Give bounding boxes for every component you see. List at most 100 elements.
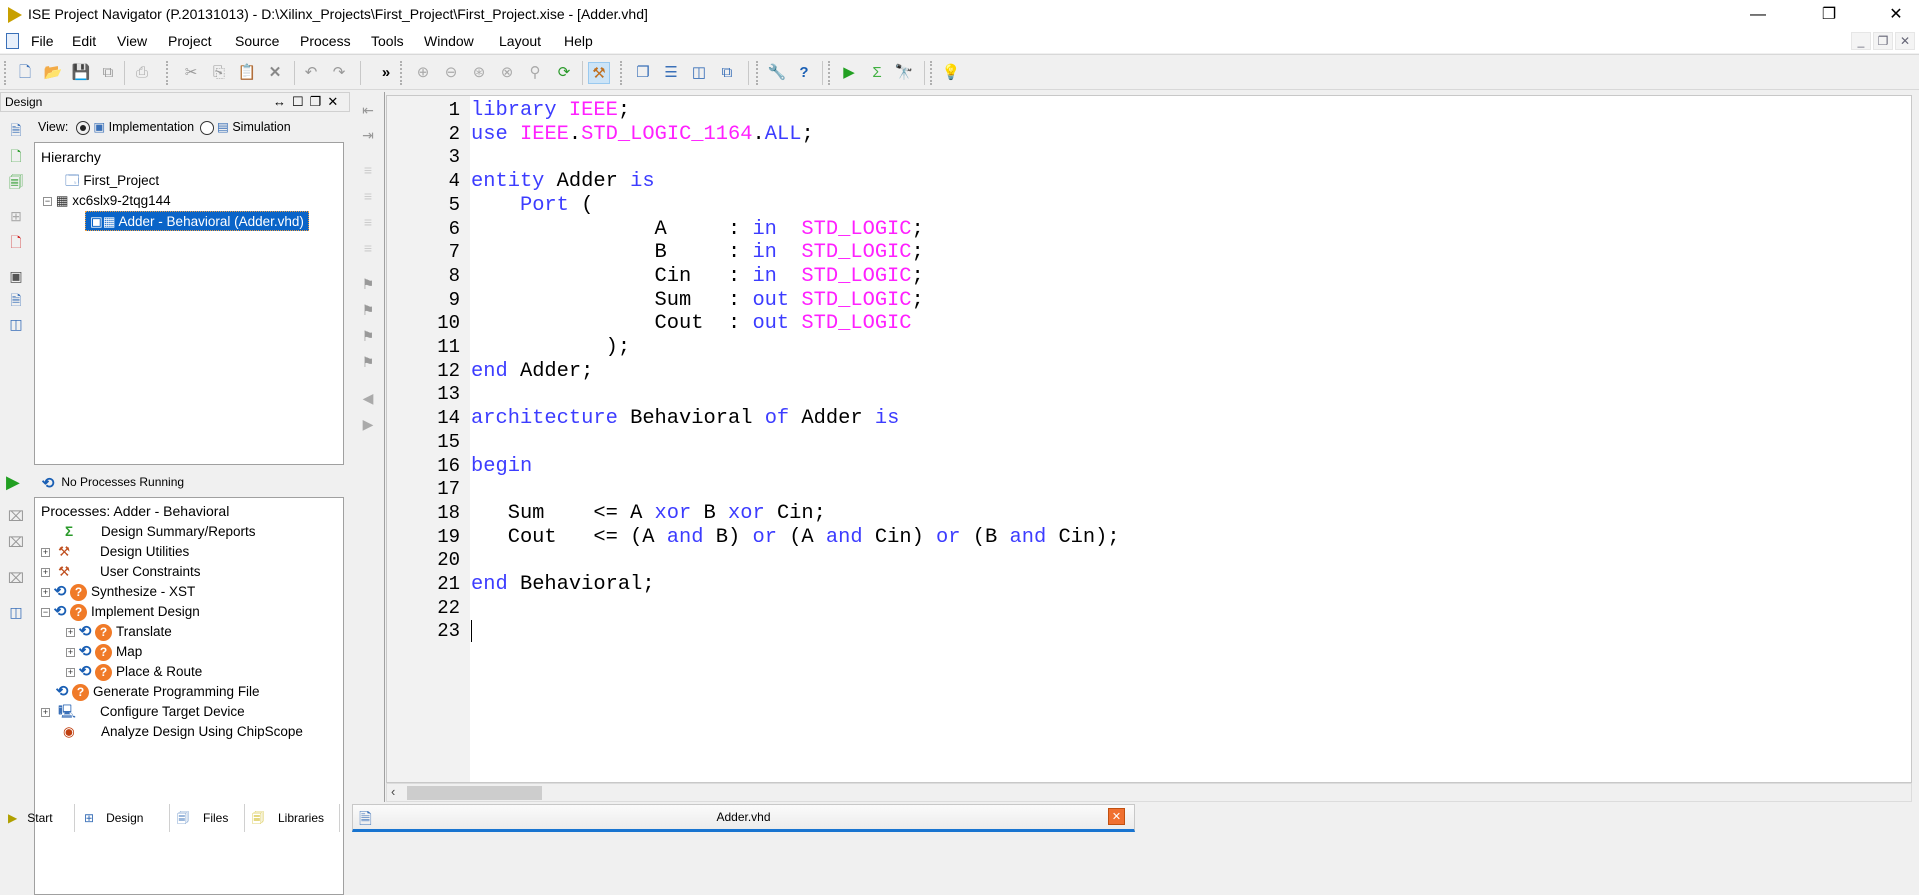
- expand-icon[interactable]: +: [41, 567, 50, 577]
- print-icon[interactable]: ⎙: [131, 62, 153, 84]
- tab-start[interactable]: ▶ Start: [0, 804, 75, 832]
- code-editor[interactable]: 1 2 3 4 5 6 7 8 9 10 11 12 13 14 15 16 17 18 19 20 21 22 23 li…: [386, 95, 1912, 783]
- rerun-all-icon[interactable]: ⌧: [6, 532, 26, 552]
- properties-icon[interactable]: ▣: [6, 266, 26, 286]
- code-line[interactable]: library IEEE;: [471, 99, 630, 123]
- toolbar-grip[interactable]: [828, 61, 830, 85]
- toolbar-overflow-button[interactable]: »: [375, 62, 397, 84]
- save-icon[interactable]: 💾: [70, 62, 92, 84]
- minimize-button[interactable]: —: [1735, 0, 1781, 30]
- panel-float-icon[interactable]: ❐: [310, 94, 328, 109]
- panel-close-icon[interactable]: ✕: [327, 94, 344, 109]
- run-process-icon[interactable]: ▶: [6, 472, 20, 493]
- delete-icon[interactable]: ✕: [264, 62, 286, 84]
- process-item[interactable]: Σ Design Summary/Reports: [53, 522, 256, 542]
- code-line[interactable]: A : in STD_LOGIC;: [471, 218, 924, 242]
- expand-icon[interactable]: +: [66, 667, 75, 677]
- zoom-fit-icon[interactable]: ⊗: [496, 62, 518, 84]
- unindent-icon[interactable]: ⇤: [358, 100, 378, 120]
- redo-icon[interactable]: ↷: [328, 62, 350, 84]
- menu-window[interactable]: Window: [424, 33, 474, 49]
- code-line[interactable]: architecture Behavioral of Adder is: [471, 407, 899, 431]
- close-button[interactable]: ✕: [1873, 0, 1919, 30]
- code-line[interactable]: entity Adder is: [471, 170, 655, 194]
- toggle-comment-icon[interactable]: ≡: [358, 212, 378, 232]
- new-source-icon[interactable]: 🗎: [6, 120, 26, 140]
- code-line[interactable]: use IEEE.STD_LOGIC_1164.ALL;: [471, 123, 814, 147]
- toolbar-grip[interactable]: [166, 61, 168, 85]
- toolbar-grip[interactable]: [4, 61, 6, 85]
- window-layout-icon[interactable]: ◫: [6, 314, 26, 334]
- prev-bookmark-icon[interactable]: ⚑: [358, 326, 378, 346]
- new-file-icon[interactable]: 🗋: [14, 62, 36, 84]
- code-line[interactable]: B : in STD_LOGIC;: [471, 241, 924, 265]
- expand-icon[interactable]: +: [41, 587, 50, 597]
- tile-horizontal-icon[interactable]: ☰: [660, 62, 682, 84]
- implementation-label[interactable]: Implementation: [109, 120, 194, 134]
- zoom-in-icon[interactable]: ⊕: [412, 62, 434, 84]
- code-line[interactable]: begin: [471, 455, 532, 479]
- cut-icon[interactable]: ✂: [180, 62, 202, 84]
- add-source-icon[interactable]: 🗋: [6, 146, 26, 166]
- clear-bookmarks-icon[interactable]: ⚑: [358, 352, 378, 372]
- document-icon[interactable]: [6, 33, 19, 49]
- telescope-icon[interactable]: 🔭: [893, 62, 915, 84]
- code-line[interactable]: end Behavioral;: [471, 573, 655, 597]
- wrench-icon[interactable]: 🔧: [766, 62, 788, 84]
- menu-edit[interactable]: Edit: [72, 33, 96, 49]
- forward-icon[interactable]: ▶: [358, 414, 378, 434]
- code-line[interactable]: );: [471, 336, 630, 360]
- scroll-left-icon[interactable]: ‹: [391, 784, 395, 799]
- lightbulb-icon[interactable]: 💡: [940, 62, 962, 84]
- zoom-full-icon[interactable]: ⊛: [468, 62, 490, 84]
- simulation-radio[interactable]: [199, 120, 214, 135]
- mdi-minimize-button[interactable]: _: [1851, 32, 1871, 50]
- rerun-icon[interactable]: ⌧: [6, 506, 26, 526]
- process-item[interactable]: + ⚒ Design Utilities: [41, 542, 189, 562]
- process-item[interactable]: − ⟲? Implement Design: [41, 602, 200, 622]
- undo-icon[interactable]: ↶: [300, 62, 322, 84]
- uncomment-icon[interactable]: ≡: [358, 186, 378, 206]
- block-comment-icon[interactable]: ≡: [358, 238, 378, 258]
- process-item[interactable]: + ⚒ User Constraints: [41, 562, 201, 582]
- refresh-icon[interactable]: ⟳: [553, 62, 575, 84]
- indent-icon[interactable]: ⇥: [358, 125, 378, 145]
- tab-design[interactable]: ⊞ Design: [76, 804, 170, 832]
- open-project-icon[interactable]: 📂: [42, 62, 64, 84]
- toolbar-grip[interactable]: [930, 61, 932, 85]
- tree-item-adder[interactable]: ▣▦ Adder - Behavioral (Adder.vhd): [85, 211, 309, 231]
- code-line[interactable]: Port (: [471, 194, 593, 218]
- tab-files[interactable]: 🗐 Files: [171, 804, 245, 832]
- paste-icon[interactable]: 📋: [236, 62, 258, 84]
- zoom-out-icon[interactable]: ⊖: [440, 62, 462, 84]
- zoom-select-icon[interactable]: ⚲: [524, 62, 546, 84]
- code-line[interactable]: Sum : out STD_LOGIC;: [471, 289, 924, 313]
- code-line[interactable]: Cout : out STD_LOGIC: [471, 312, 912, 336]
- cascade-windows-icon[interactable]: ❐: [632, 62, 654, 84]
- comment-icon[interactable]: ≡: [358, 160, 378, 180]
- menu-source[interactable]: Source: [235, 33, 279, 49]
- process-item[interactable]: ◉ Analyze Design Using ChipScope: [53, 722, 303, 742]
- back-icon[interactable]: ◀: [358, 388, 378, 408]
- implementation-radio[interactable]: [75, 120, 90, 135]
- run-icon[interactable]: ▶: [838, 62, 860, 84]
- save-all-icon[interactable]: ⧉: [97, 62, 119, 84]
- process-item[interactable]: + ⟲? Map: [66, 642, 142, 662]
- collapse-icon[interactable]: −: [41, 607, 50, 617]
- close-tab-icon[interactable]: ✕: [1108, 808, 1125, 825]
- code-line[interactable]: Cin : in STD_LOGIC;: [471, 265, 924, 289]
- tree-item-project[interactable]: 🗔 First_Project: [65, 171, 159, 191]
- design-summary-icon[interactable]: Σ: [866, 62, 888, 84]
- hammer-icon[interactable]: ⚒: [588, 62, 610, 84]
- menu-view[interactable]: View: [117, 33, 147, 49]
- code-line[interactable]: end Adder;: [471, 360, 593, 384]
- toolbar-grip[interactable]: [400, 61, 402, 85]
- process-item[interactable]: + ⟲? Translate: [66, 622, 172, 642]
- code-line[interactable]: Sum <= A xor B xor Cin;: [471, 502, 826, 526]
- toolbar-grip[interactable]: [756, 61, 758, 85]
- menu-file[interactable]: File: [31, 33, 54, 49]
- mdi-restore-button[interactable]: ❐: [1873, 32, 1893, 50]
- collapse-icon[interactable]: −: [43, 196, 52, 206]
- menu-tools[interactable]: Tools: [371, 33, 404, 49]
- mdi-close-button[interactable]: ✕: [1895, 32, 1915, 50]
